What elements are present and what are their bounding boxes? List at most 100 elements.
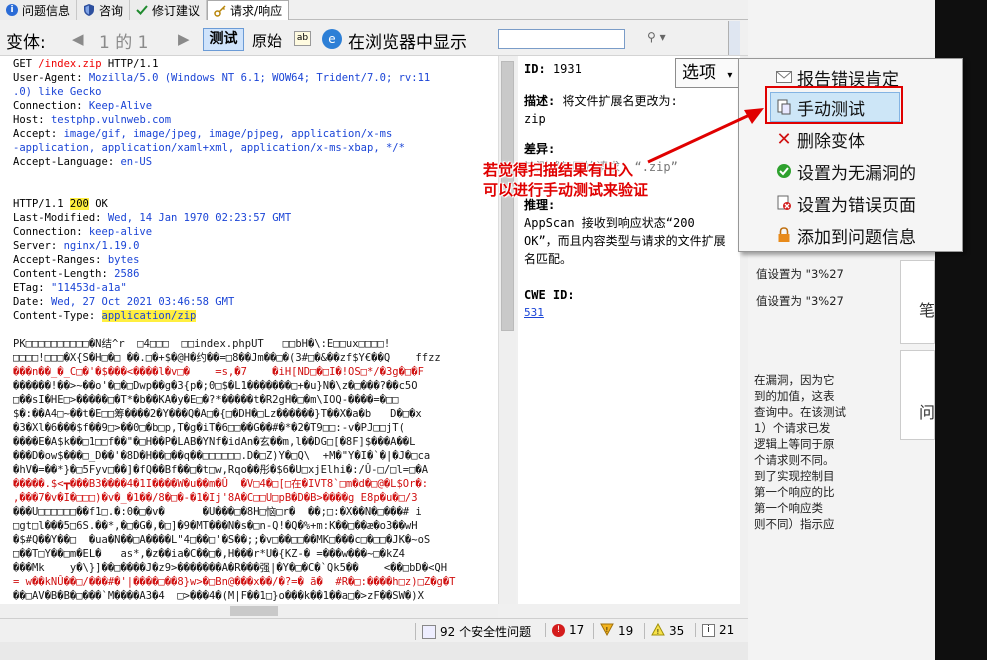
response-line: Connection: keep-alive [0,225,498,239]
header-key: Date: [13,296,51,308]
header-key: Content-Length: [13,268,115,280]
header-key: Connection: [13,100,89,112]
request-line: .0) like Gecko [0,85,498,99]
header-value: keep-alive [88,226,153,238]
lock-icon [775,226,793,244]
tab-fix-recommendation[interactable]: 修订建议 [130,0,208,20]
header-key: Server: [13,240,64,252]
binary-line: □��T□Y��□m�EL� as*,�z��ia�C��□�,H���r*U�… [13,548,405,560]
binary-line: PK□□□□□□□□□□�N结^r □4□□□ □□index.phpUT □□… [13,338,391,350]
high-severity-icon: ! [552,623,565,637]
green-check-icon [775,162,793,180]
medium-severity-count[interactable]: ! 19 [593,623,633,639]
bg-line: 到的加值，这表 [754,389,835,403]
header-key: Accept-Ranges: [13,254,108,266]
svg-text:!: ! [606,626,609,634]
response-line: Last-Modified: Wed, 14 Jan 1970 02:23:57… [0,211,498,225]
binary-line: ������!��>~��o'�□�□Dwp��g�3{p�;0□$�L1���… [13,380,418,392]
header-key: Host: [13,114,51,126]
binary-line: $�:��A4□~��t�E□□筹����2�Y���Q�A□�{□�DH�□L… [13,408,422,420]
info-count[interactable]: i 21 [695,623,734,637]
chevron-down-icon: ▾ [727,70,733,81]
menu-item-label: 添加到问题信息 [797,227,916,248]
cwe-label: CWE ID: [524,288,575,302]
request-response-pane[interactable]: GET /index.zip HTTP/1.1 User-Agent: Mozil… [0,56,498,604]
search-input[interactable] [498,29,625,49]
binary-line: □gt□l���5□6S.��*,�□�G�,�□]�9�MT���N�s�□n… [13,520,418,532]
binary-line: = w��kNÛ��□/���#�'|����□��8}w>�□Bn@���x�… [13,576,456,588]
id-label: ID: [524,62,546,76]
previous-variant-button[interactable]: ◀ [72,30,84,48]
response-line: Accept-Ranges: bytes [0,253,498,267]
binary-line: �����.$<┳���B3����4�1I����W�u��m�Û �V□4�… [13,478,429,490]
checkmark-icon [136,4,148,16]
header-key: User-Agent: [13,72,89,84]
medium-severity-icon: ! [600,623,614,639]
bg-side-text: 笔 [919,301,936,320]
red-x-icon: ✕ [776,128,792,150]
menu-item-delete-variant[interactable]: ✕ 删除变体 [739,124,962,154]
menu-item-label: 设置为错误页面 [797,195,916,216]
status-bar: 92 个安全性问题 ! 17 ! 19 ! 35 i 21 [0,618,748,642]
status-code: 200 [69,198,89,210]
bg-side-panel: 笔 [900,260,935,344]
bg-line: 第一个响应的比 [754,485,835,499]
show-in-browser-button[interactable]: 在浏览器中显示 [348,28,467,53]
cwe-link[interactable]: 531 [524,304,734,322]
high-severity-count[interactable]: ! 17 [545,623,584,637]
tab-request-response[interactable]: 请求/响应 [207,0,290,20]
request-line: Connection: Keep-Alive [0,99,498,113]
callout-line: 若觉得扫描结果有出入 [483,161,634,179]
bg-line: 查询中。在该测试 [754,405,846,419]
scroll-thumb[interactable] [230,606,278,616]
binary-line: ���Mk y�\}]��□����J�z9>�������A�R���强|�Y… [13,562,448,574]
svg-text:!: ! [657,628,660,636]
binary-line: □��sI�HE□>�����□�T*�b��KA�y�E□�?*�����t�… [13,394,399,406]
menu-item-add-to-issue-info[interactable]: 添加到问题信息 [739,220,962,250]
tab-advisory[interactable]: 咨询 [77,0,131,20]
request-line: -application, application/xaml+xml, appl… [0,141,498,155]
header-key: Connection: [13,226,89,238]
tab-issue-info[interactable]: i 问题信息 [0,0,78,20]
appscan-window: i 问题信息 咨询 修订建议 请求/响应 变体: ◀ 1 的 1 ▶ 测试 原始 [0,0,748,660]
header-value: Keep-Alive [88,100,153,112]
ab-format-icon[interactable]: ab [294,31,311,46]
header-rest: HTTP/1.1 [101,58,159,70]
search-icon[interactable]: ⚲ ▾ [647,30,666,44]
low-severity-count[interactable]: ! 35 [644,622,684,639]
header-key: HTTP/1.1 [13,198,70,210]
annotation-callout: 若觉得扫描结果有出入 可以进行手动测试来验证 [483,160,648,200]
next-variant-button[interactable]: ▶ [178,30,190,48]
menu-item-label: 设置为无漏洞的 [797,163,916,184]
test-button[interactable]: 测试 [203,28,244,51]
bg-line: 在漏洞，因为它 [754,373,835,387]
bg-line: 个请求则不同。 [754,453,835,467]
vertical-scrollbar[interactable] [498,56,516,604]
bg-line: 第一个响应类 [754,501,823,515]
response-line: ETag: "11453d-a1a" [0,281,498,295]
total-issues[interactable]: 92 个安全性问题 [415,623,531,640]
envelope-icon [775,68,793,86]
tab-label: 咨询 [99,3,124,18]
header-rest: OK [88,198,108,210]
error-page-icon [775,194,793,212]
description-label: 描述: [524,94,556,108]
horizontal-scrollbar[interactable] [0,604,498,618]
binary-line: ��□AV�B�B�□���`M����A3�4 □>���4�(M|F��1□… [13,590,424,602]
menu-item-set-not-vulnerable[interactable]: 设置为无漏洞的 [739,156,962,186]
high-count: 17 [569,623,585,637]
header-value: Wed, 27 Oct 2021 03:46:58 GMT [50,296,235,308]
callout-line: 可以进行手动测试来验证 [483,181,649,199]
bg-paragraph: 在漏洞，因为它 到的加值，这表 查询中。在该测试 1）个请求已发 逻辑上等同于原… [754,372,846,532]
request-line: Accept: image/gif, image/jpeg, image/pjp… [0,127,498,141]
binary-line: �$#Q��Y��□ �ua�N��□A����L"4□��□'�S��;;�v… [13,534,431,546]
binary-line: ,���7�v�I�□□□)�v�_�1��/8�□�-�1�Ij'8A�C□□… [13,492,418,504]
toolbar-scroll[interactable] [728,21,740,55]
toolbar: 变体: ◀ 1 的 1 ▶ 测试 原始 ab e 在浏览器中显示 ⚲ ▾ [0,21,748,56]
menu-item-set-error-page[interactable]: 设置为错误页面 [739,188,962,218]
original-button[interactable]: 原始 [252,30,282,51]
response-line: HTTP/1.1 200 OK [0,197,498,211]
options-dropdown[interactable]: 选项 ▾ [675,58,740,88]
bg-line: 逻辑上等同于原 [754,437,835,451]
request-line: User-Agent: Mozilla/5.0 (Windows NT 6.1;… [0,71,498,85]
